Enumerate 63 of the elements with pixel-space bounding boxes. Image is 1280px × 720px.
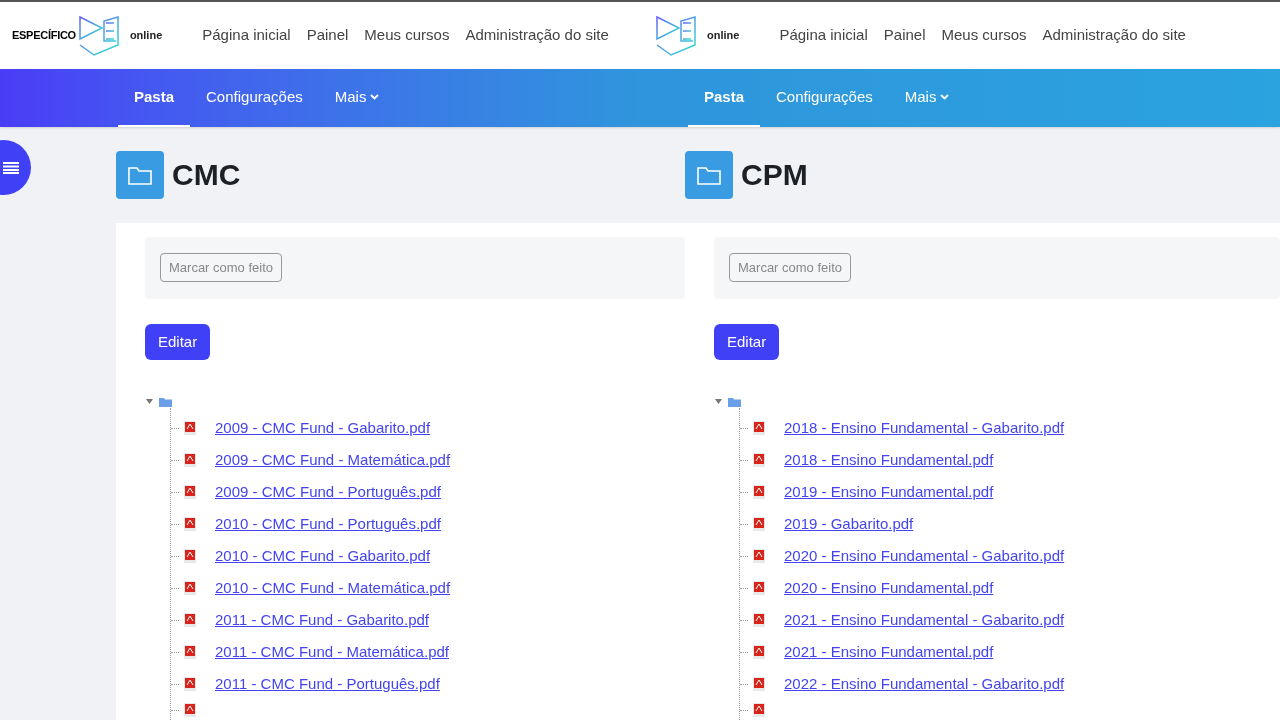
- pdf-file-icon: [183, 484, 197, 500]
- pdf-file-icon: [752, 676, 766, 692]
- pdf-file-icon: [183, 612, 197, 628]
- file-link[interactable]: 2010 - CMC Fund - Matemática.pdf: [215, 576, 451, 600]
- file-link[interactable]: 2021 - Ensino Fundamental.pdf: [784, 640, 994, 664]
- brand-suffix: online: [707, 28, 740, 44]
- tab[interactable]: Mais: [318, 69, 396, 127]
- page-title: CPM: [741, 157, 808, 193]
- nav-link[interactable]: Painel: [306, 24, 349, 47]
- file-link[interactable]: 2011 - CMC Fund - Português.pdf: [215, 672, 440, 696]
- nav-link[interactable]: Painel: [883, 24, 926, 47]
- file-link[interactable]: 2019 - Ensino Fundamental.pdf: [784, 480, 994, 504]
- file-link[interactable]: 2010 - CMC Fund - Gabarito.pdf: [215, 544, 431, 568]
- page-title: CMC: [172, 157, 241, 193]
- edit-button[interactable]: Editar: [714, 323, 780, 360]
- pdf-file-icon: [752, 420, 766, 436]
- pdf-file-icon: [752, 484, 766, 500]
- file-link[interactable]: 2009 - CMC Fund - Gabarito.pdf: [215, 416, 431, 440]
- pdf-file-icon: [752, 644, 766, 660]
- brand-suffix: online: [129, 28, 163, 44]
- folder-icon: [128, 164, 152, 185]
- nav-link[interactable]: Página inicial: [779, 24, 868, 47]
- nav-link[interactable]: Meus cursos: [941, 24, 1027, 47]
- nav-link[interactable]: Administração do site: [1042, 24, 1186, 47]
- pdf-file-icon: [752, 452, 766, 468]
- file-link[interactable]: 2009 - CMC Fund - Português.pdf: [215, 480, 441, 504]
- pdf-file-icon: [183, 676, 197, 692]
- expand-triangle-icon[interactable]: [145, 398, 154, 406]
- file-link[interactable]: 2010 - CMC Fund - Português.pdf: [215, 512, 441, 536]
- expand-triangle-icon[interactable]: [714, 398, 723, 406]
- pdf-file-icon: [183, 452, 197, 468]
- caret-icon: [940, 93, 950, 100]
- pdf-file-icon: [752, 516, 766, 532]
- file-link[interactable]: 2022 - Ensino Fundamental - Gabarito.pdf: [784, 672, 1065, 696]
- pdf-file-icon: [183, 548, 197, 564]
- file-link[interactable]: 2021 - Ensino Fundamental - Gabarito.pdf: [784, 608, 1065, 632]
- pdf-file-icon: [752, 548, 766, 564]
- file-link[interactable]: 2009 - CMC Fund - Matemática.pdf: [215, 448, 451, 472]
- pdf-file-icon: [183, 580, 197, 596]
- pdf-file-icon: [752, 612, 766, 628]
- nav-link[interactable]: Meus cursos: [364, 24, 450, 47]
- nav-link[interactable]: Página inicial: [202, 24, 291, 47]
- pdf-file-icon: [183, 420, 197, 436]
- caret-icon: [370, 93, 380, 100]
- file-link[interactable]: 2011 - CMC Fund - Matemática.pdf: [215, 640, 449, 664]
- file-link[interactable]: 2018 - Ensino Fundamental - Gabarito.pdf: [784, 416, 1065, 440]
- pdf-file-icon: [183, 516, 197, 532]
- folder-icon: [697, 164, 721, 185]
- pdf-file-icon: [752, 580, 766, 596]
- file-link[interactable]: 2020 - Ensino Fundamental - Gabarito.pdf: [784, 544, 1065, 568]
- file-link[interactable]: 2019 - Gabarito.pdf: [784, 512, 914, 536]
- brand-name: ESPECÍFICO: [12, 28, 76, 44]
- file-link[interactable]: 2011 - CMC Fund - Gabarito.pdf: [215, 608, 429, 632]
- mark-done-button[interactable]: Marcar como feito: [729, 252, 852, 283]
- file-link[interactable]: 2018 - Ensino Fundamental.pdf: [784, 448, 994, 472]
- nav-link[interactable]: Administração do site: [465, 24, 609, 47]
- tab[interactable]: Configurações: [190, 69, 319, 127]
- edit-button[interactable]: Editar: [145, 323, 211, 360]
- tab[interactable]: Pasta: [118, 69, 191, 127]
- pdf-file-icon: [183, 644, 197, 660]
- mark-done-button[interactable]: Marcar como feito: [160, 252, 283, 283]
- list-icon: [3, 161, 19, 174]
- file-link[interactable]: 2020 - Ensino Fundamental.pdf: [784, 576, 994, 600]
